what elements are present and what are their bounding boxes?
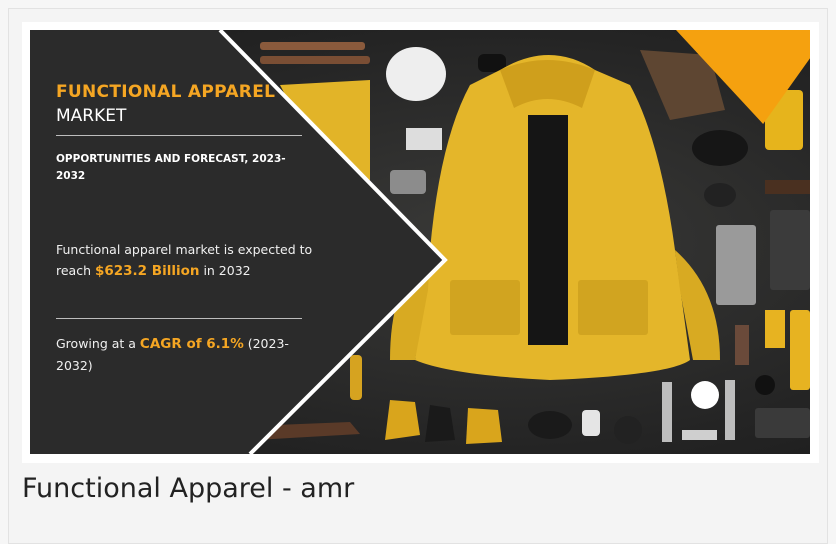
divider-line (56, 318, 302, 319)
cagr-statement: Growing at a CAGR of 6.1% (2023-2032) (56, 333, 316, 376)
market-size-statement: Functional apparel market is expected to… (56, 239, 316, 282)
cagr-value: CAGR of 6.1% (139, 336, 244, 352)
stat-text: in 2032 (199, 263, 251, 278)
image-caption: Functional Apparel - amr (22, 473, 355, 504)
banner-title-highlight: FUNCTIONAL APPAREL (56, 82, 276, 102)
market-banner-image[interactable]: FUNCTIONAL APPAREL MARKET OPPORTUNITIES … (30, 30, 810, 454)
divider-line (56, 135, 302, 136)
market-size-value: $623.2 Billion (94, 263, 200, 279)
banner-title-sub: MARKET (56, 106, 127, 126)
stat-text: Growing at a (56, 336, 140, 351)
opportunities-heading: OPPORTUNITIES AND FORECAST, 2023-2032 (56, 153, 286, 182)
